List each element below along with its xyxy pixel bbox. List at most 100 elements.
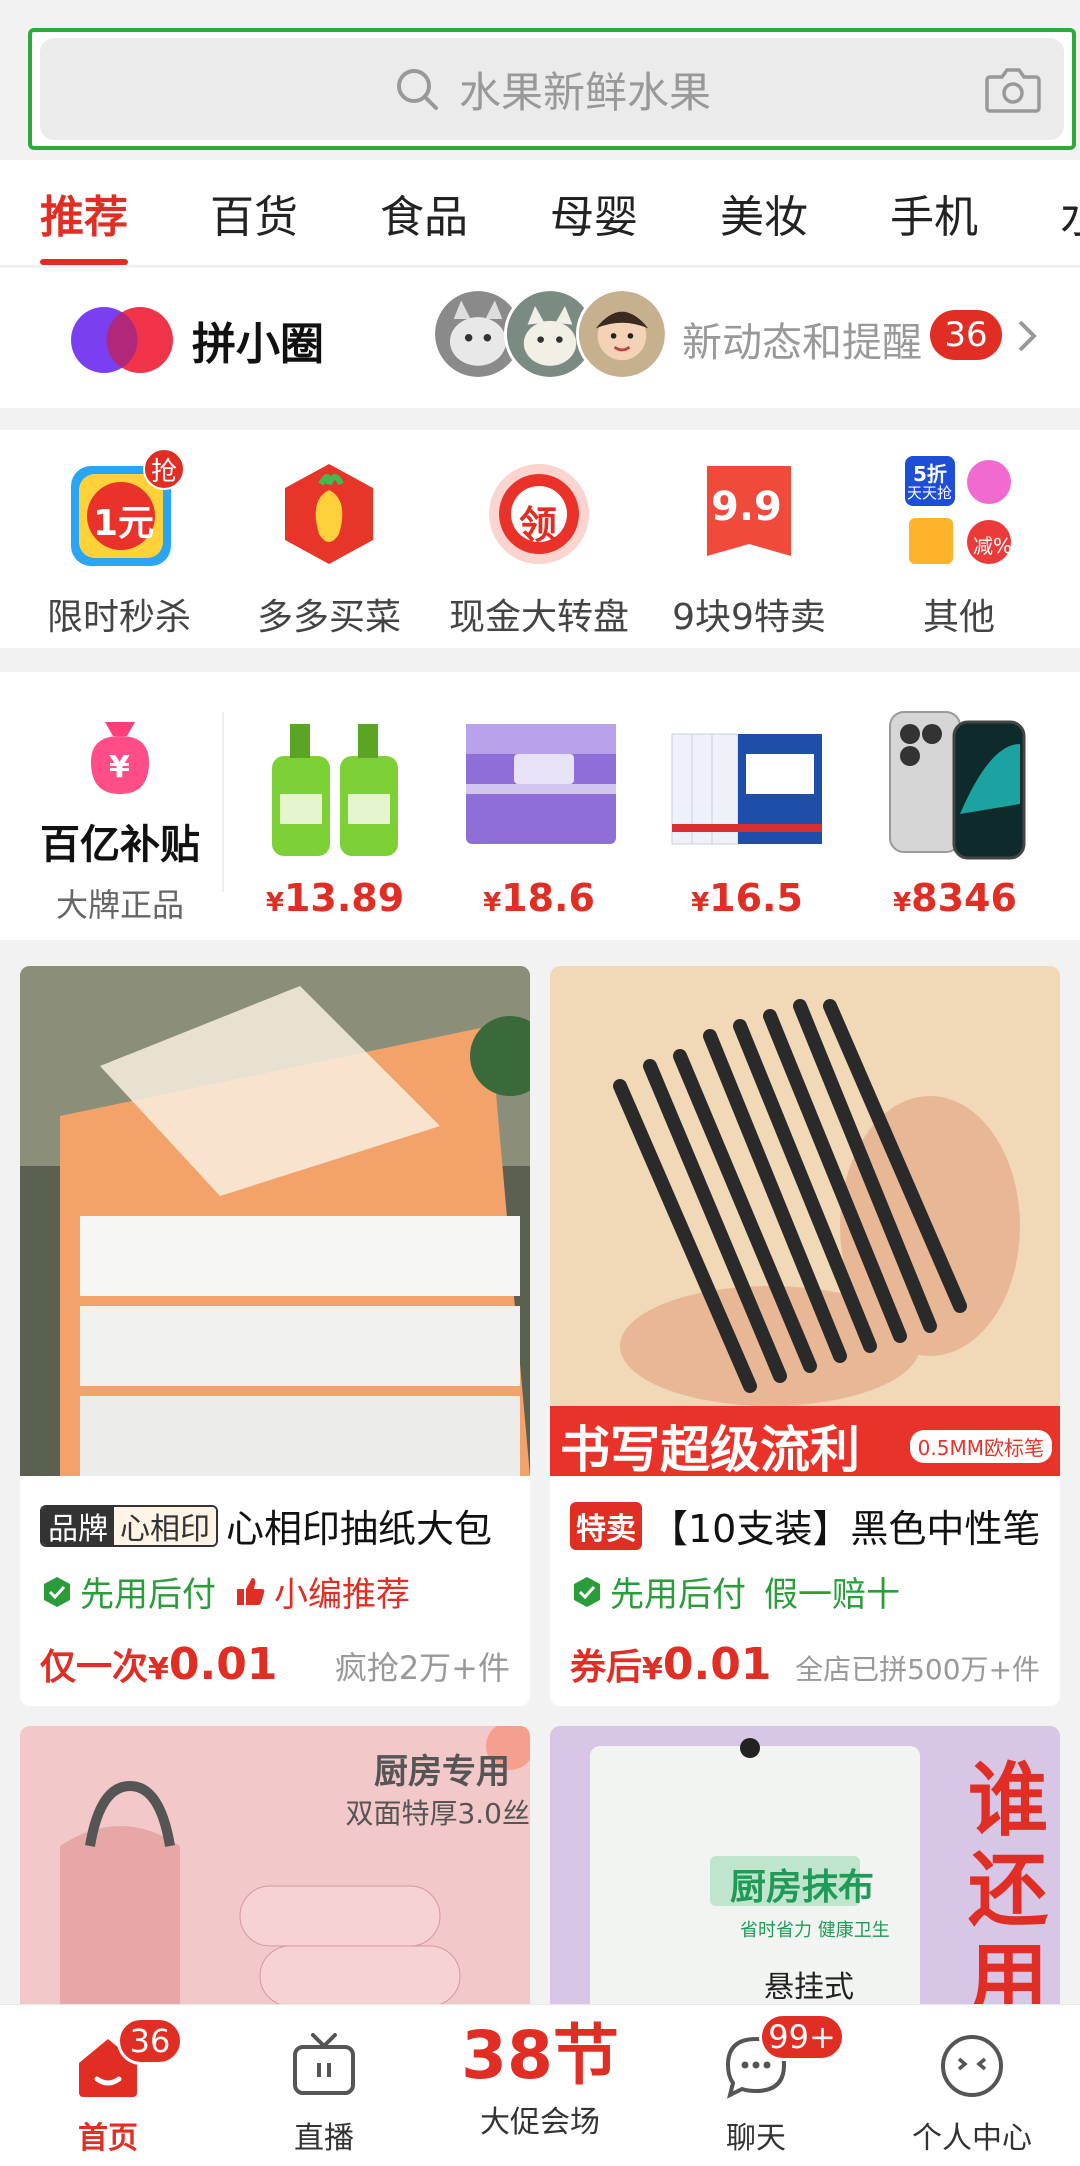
shortcut-label: 现金大转盘 — [448, 597, 629, 638]
photo-overlay: 悬挂式 — [764, 1970, 854, 2005]
nav-promo[interactable]: 38节 大促会场 — [432, 2005, 648, 2166]
product-price: 8346 — [911, 876, 1017, 920]
shield-check-icon — [44, 1576, 70, 1607]
nav-home[interactable]: 36 首页 — [0, 2005, 216, 2166]
nav-label: 直播 — [294, 2121, 354, 2156]
shortcut-nine-nine[interactable]: 9.9 9块9特卖 — [644, 454, 854, 640]
camera-icon[interactable] — [984, 63, 1042, 115]
product-price: 0.01 — [662, 1639, 772, 1690]
tab-food[interactable]: 食品 — [340, 160, 468, 265]
promo-festival-label: 38节 — [461, 2017, 619, 2094]
product-price: 16.5 — [709, 876, 803, 920]
shield-check-icon — [574, 1576, 600, 1607]
vegetable-icon — [269, 454, 389, 574]
shortcut-wheel[interactable]: 领 现金大转盘 — [434, 454, 644, 640]
nav-badge: 36 — [117, 2017, 183, 2065]
product-photo: 书写超级流利 0.5MM欧标笔 — [550, 966, 1060, 1476]
editor-pick-feature: 小编推荐 — [234, 1567, 410, 1616]
product-price: 0.01 — [168, 1639, 278, 1690]
subsidy-product[interactable]: ¥16.5 — [652, 694, 842, 920]
subsidy-product[interactable]: ¥8346 — [860, 694, 1050, 920]
nav-label: 个人中心 — [912, 2121, 1032, 2156]
circle-count-badge: 36 — [930, 310, 1002, 360]
photo-overlay: 厨房专用 — [374, 1752, 510, 1792]
price-tag-icon: 9.9 — [689, 454, 809, 574]
product-title: 【10支装】黑色中性笔 — [650, 1507, 1041, 1551]
photo-banner: 书写超级流利 — [560, 1421, 860, 1476]
product-card[interactable]: 厨房专用 双面特厚3.0丝 — [20, 1726, 530, 2026]
product-image — [870, 694, 1040, 864]
shortcut-label: 限时秒杀 — [46, 597, 191, 638]
flash-sale-icon: 1元 抢 — [59, 448, 185, 574]
photo-overlay: 省时省力 健康卫生 — [740, 1920, 890, 1941]
product-title: 心相印抽纸大包 — [226, 1507, 493, 1551]
nav-badge: 99+ — [759, 2013, 845, 2061]
nav-label: 大促会场 — [480, 2105, 600, 2140]
bottom-nav: 36 首页 直播 38节 大促会场 99+ 聊天 个人中心 — [0, 2004, 1080, 2166]
tab-phone[interactable]: 手机 — [850, 160, 978, 265]
product-card[interactable]: 厨房抹布 省时省力 健康卫生 悬挂式 谁 还 用 — [550, 1726, 1060, 2026]
tab-recommend[interactable]: 推荐 — [0, 160, 128, 265]
friend-avatars — [432, 288, 672, 384]
nav-live[interactable]: 直播 — [216, 2005, 432, 2166]
shortcut-flash-sale[interactable]: 1元 抢 限时秒杀 — [14, 448, 224, 640]
chevron-right-icon — [1018, 320, 1037, 352]
product-card[interactable]: 品牌 心相印 心相印抽纸大包 先用后付 小编推荐 仅一次 ¥ 0.01 疯抢2万+… — [20, 966, 530, 1706]
search-icon — [396, 69, 438, 110]
nav-chat[interactable]: 99+ 聊天 — [648, 2005, 864, 2166]
search-bar-frame: 水果新鲜水果 — [28, 28, 1076, 150]
photo-overlay: 双面特厚3.0丝 — [345, 1797, 530, 1830]
brand-tag: 品牌 心相印 — [40, 1504, 218, 1547]
pin-circle-title: 拼小圈 — [192, 319, 324, 370]
hot-sale-tag: 特卖 — [570, 1501, 642, 1550]
product-image — [250, 694, 420, 864]
product-card[interactable]: 书写超级流利 0.5MM欧标笔 特卖 【10支装】黑色中性笔 先用后付 假一赔十… — [550, 966, 1060, 1706]
subsidy-header: ¥ 百亿补贴 大牌正品 — [20, 712, 220, 926]
product-price: 13.89 — [283, 876, 405, 920]
tab-fruit[interactable]: 水果 — [1020, 160, 1080, 265]
more-apps-icon: 5折 天天抢 减% — [899, 454, 1019, 574]
tab-beauty[interactable]: 美妆 — [680, 160, 808, 265]
sold-count: 全店已拼500万+件 — [795, 1653, 1040, 1686]
photo-banner-small: 0.5MM欧标笔 — [909, 1430, 1052, 1463]
subsidy-product[interactable]: ¥13.89 — [240, 694, 430, 920]
divider — [222, 712, 224, 892]
shortcut-grid: 1元 抢 限时秒杀 多多买菜 领 现金大转盘 9.9 9块9特卖 5折 天天抢 … — [0, 430, 1080, 648]
pin-circle-row[interactable]: 拼小圈 新动态和提醒 36 — [0, 268, 1080, 408]
pin-circle-logo-icon — [71, 307, 173, 373]
search-input[interactable]: 水果新鲜水果 — [40, 38, 1064, 140]
tab-mother-baby[interactable]: 母婴 — [510, 160, 638, 265]
subsidy-title: 百亿补贴 — [40, 822, 200, 868]
product-image — [662, 694, 832, 864]
avatar — [576, 288, 668, 380]
nav-label: 聊天 — [726, 2121, 786, 2156]
product-photo: 厨房抹布 省时省力 健康卫生 悬挂式 谁 还 用 — [550, 1726, 1060, 2026]
wheel-icon: 领 — [479, 454, 599, 574]
pay-later-feature: 先用后付 — [570, 1567, 746, 1616]
nav-profile[interactable]: 个人中心 — [864, 2005, 1080, 2166]
price-prefix: 券后 — [570, 1647, 643, 1688]
pay-later-feature: 先用后付 — [40, 1567, 216, 1616]
subsidy-subtitle: 大牌正品 — [55, 886, 184, 924]
price-prefix: 仅一次 — [40, 1647, 149, 1688]
search-placeholder: 水果新鲜水果 — [458, 67, 711, 117]
shortcut-label: 其他 — [922, 597, 995, 638]
tab-general-goods[interactable]: 百货 — [170, 160, 298, 265]
shortcut-label: 多多买菜 — [256, 597, 401, 638]
shortcut-label: 9块9特卖 — [672, 597, 826, 638]
subsidy-section[interactable]: ¥ 百亿补贴 大牌正品 ¥13.89 ¥18.6 ¥16.5 ¥8346 — [0, 672, 1080, 940]
tv-icon — [293, 2033, 355, 2095]
shortcut-more[interactable]: 5折 天天抢 减% 其他 — [854, 454, 1064, 640]
guarantee-feature: 假一赔十 — [764, 1575, 900, 1615]
thumbs-up-icon — [237, 1577, 265, 1605]
profile-face-icon — [941, 2035, 1003, 2097]
product-price: 18.6 — [501, 876, 595, 920]
money-bag-icon: ¥ — [75, 712, 165, 802]
product-image — [454, 694, 624, 864]
photo-overlay: 厨房抹布 — [730, 1867, 875, 1908]
shortcut-grocery[interactable]: 多多买菜 — [224, 454, 434, 640]
circle-updates-text: 新动态和提醒 — [682, 320, 922, 366]
product-photo: 厨房专用 双面特厚3.0丝 — [20, 1726, 530, 2026]
subsidy-product[interactable]: ¥18.6 — [444, 694, 634, 920]
product-photo — [20, 966, 530, 1476]
